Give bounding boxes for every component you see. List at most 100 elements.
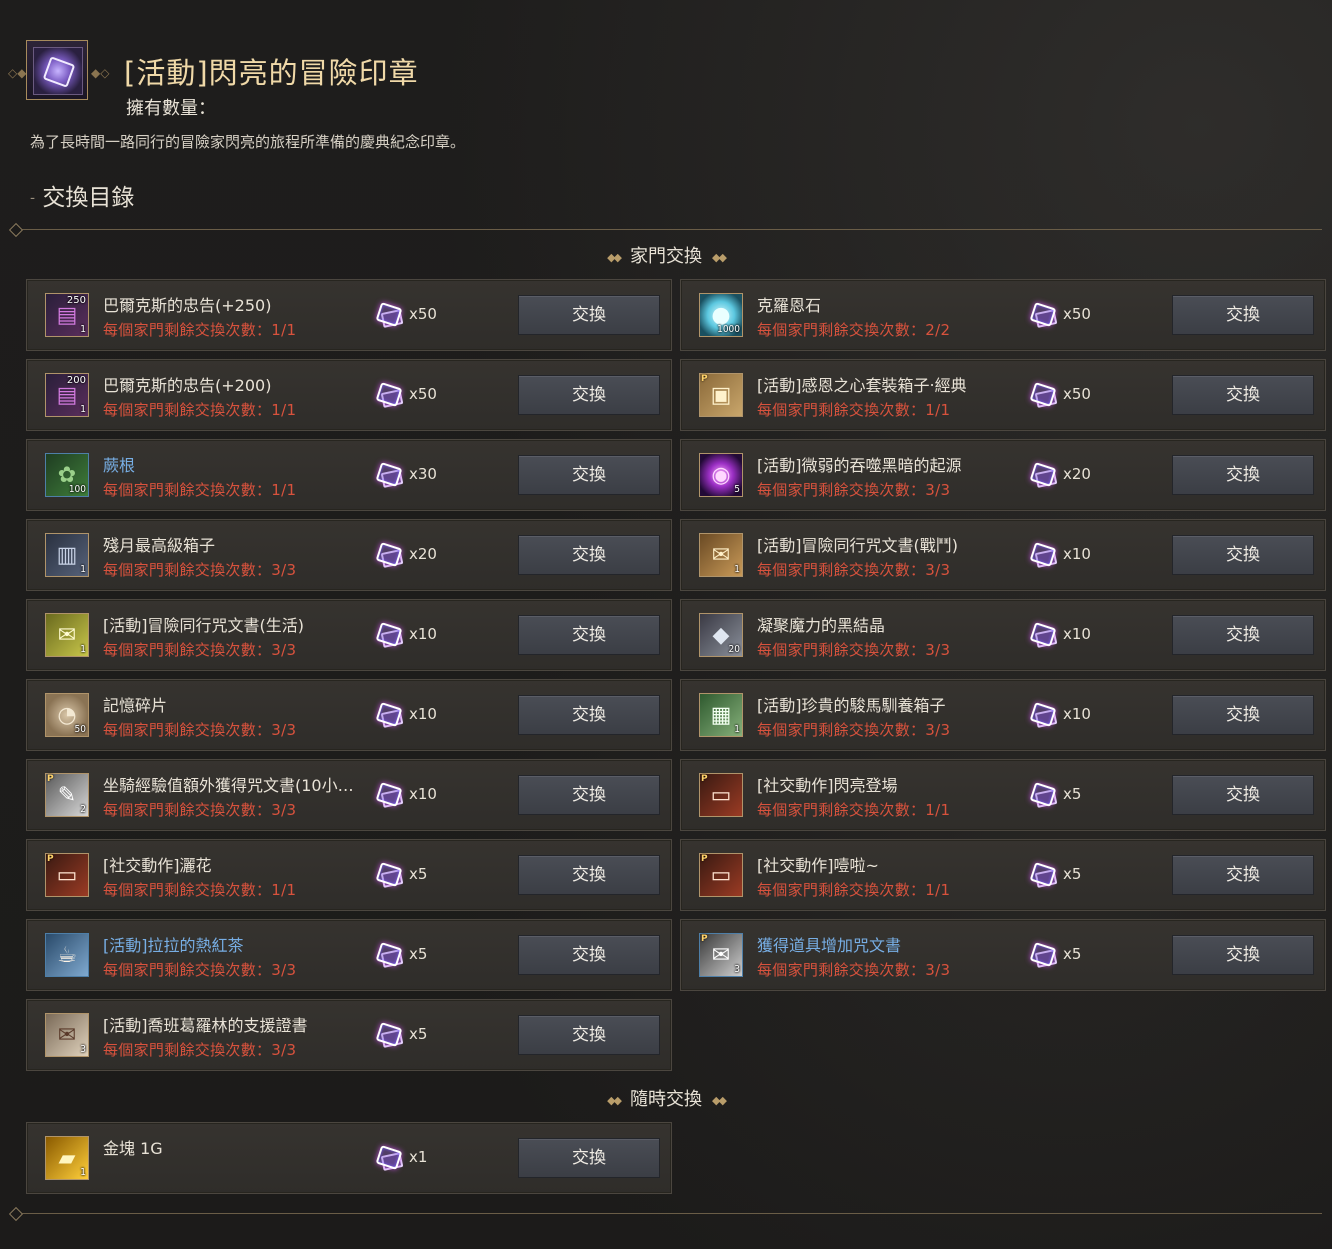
group-ornament-left-icon: ◆◆ [607, 1093, 622, 1107]
exchange-button[interactable]: 交換 [1172, 295, 1314, 335]
exchange-button[interactable]: 交換 [518, 775, 660, 815]
exchange-button[interactable]: 交換 [1172, 855, 1314, 895]
item-stack-count: 1 [80, 564, 86, 575]
exchange-cost: x10 [409, 705, 437, 723]
exchange-cost: x5 [1063, 945, 1082, 963]
exchange-row: ▥ 1 殘月最高級箱子 每個家門剩餘交換次數：3/3 x20 交換 [26, 519, 672, 591]
seal-currency-icon [1029, 462, 1058, 488]
exchange-button[interactable]: 交換 [518, 615, 660, 655]
item-name: 金塊 1G [103, 1139, 163, 1158]
exchange-limit: 每個家門剩餘交換次數：1/1 [757, 401, 951, 419]
scroll-combat-icon[interactable]: ✉ 1 [699, 533, 743, 577]
item-name: 獲得道具增加咒文書 [757, 936, 902, 955]
owned-count-label: 擁有數量： [126, 98, 216, 119]
item-name: [活動]感恩之心套裝箱子‧經典 [757, 376, 967, 395]
dark-vortex-icon[interactable]: ◉ 5 [699, 453, 743, 497]
exchange-cost: x10 [1063, 545, 1091, 563]
exchange-limit: 每個家門剩餘交換次數：3/3 [103, 561, 297, 579]
exchange-button[interactable]: 交換 [518, 695, 660, 735]
item-name: 凝聚魔力的黑結晶 [757, 616, 886, 635]
divider-ornament-icon [8, 1206, 24, 1222]
exchange-limit: 每個家門剩餘交換次數：3/3 [103, 1041, 297, 1059]
exchange-row: ✿ 100 蕨根 每個家門剩餘交換次數：1/1 x30 交換 [26, 439, 672, 511]
item-image: ☕ [46, 934, 88, 976]
adventure-seal-icon [26, 40, 88, 100]
gold-bar-icon[interactable]: ▰ 1 [45, 1136, 89, 1180]
exchange-button[interactable]: 交換 [1172, 455, 1314, 495]
seal-currency-icon [375, 622, 404, 648]
item-stack-count: 50 [74, 724, 86, 735]
certificate-icon[interactable]: ✉ 3 [45, 1013, 89, 1057]
item-enhance-label: 250 [66, 295, 86, 306]
exchange-button[interactable]: 交換 [1172, 775, 1314, 815]
exchange-cost: x5 [409, 1025, 428, 1043]
item-stack-count: 100 [68, 484, 86, 495]
exchange-button[interactable]: 交換 [518, 455, 660, 495]
exchange-cost: x50 [1063, 305, 1091, 323]
exchange-button[interactable]: 交換 [1172, 375, 1314, 415]
exchange-button[interactable]: 交換 [1172, 615, 1314, 655]
exchange-cost: x20 [409, 545, 437, 563]
exchange-limit: 每個家門剩餘交換次數：3/3 [103, 641, 297, 659]
scroll-purple-icon[interactable]: ▤ 250 1 [45, 293, 89, 337]
pearl-tag: P [701, 854, 708, 864]
exchange-limit: 每個家門剩餘交換次數：3/3 [757, 721, 951, 739]
black-crystal-icon[interactable]: ◆ 20 [699, 613, 743, 657]
item-name: 克羅恩石 [757, 296, 822, 315]
item-scroll-icon[interactable]: ✉ P 3 [699, 933, 743, 977]
item-stack-count: 1 [734, 724, 740, 735]
exchange-limit: 每個家門剩餘交換次數：1/1 [103, 881, 297, 899]
exchange-cost: x5 [409, 865, 428, 883]
item-stack-count: 1 [80, 404, 86, 415]
group-header: ◆◆ 隨時交換 ◆◆ [0, 1085, 1332, 1111]
social-ticket-icon[interactable]: ▭ P [699, 853, 743, 897]
item-name: 坐騎經驗值額外獲得咒文書(10小… [103, 776, 354, 795]
exchange-button[interactable]: 交換 [518, 535, 660, 575]
exchange-row: ▦ 1 [活動]珍貴的駿馬馴養箱子 每個家門剩餘交換次數：3/3 x10 交換 [680, 679, 1326, 751]
exchange-limit: 每個家門剩餘交換次數：3/3 [757, 561, 951, 579]
item-stack-count: 3 [80, 1044, 86, 1055]
mount-scroll-icon[interactable]: ✎ P 2 [45, 773, 89, 817]
exchange-row: ◔ 50 記憶碎片 每個家門剩餘交換次數：3/3 x10 交換 [26, 679, 672, 751]
pearl-tag: P [701, 934, 708, 944]
pearl-tag: P [701, 774, 708, 784]
seal-currency-icon [1029, 862, 1058, 888]
memory-fragment-icon[interactable]: ◔ 50 [45, 693, 89, 737]
seal-currency-icon [375, 542, 404, 568]
scroll-purple-icon[interactable]: ▤ 200 1 [45, 373, 89, 417]
chest-icon[interactable]: ▥ 1 [45, 533, 89, 577]
exchange-button[interactable]: 交換 [518, 375, 660, 415]
social-ticket-icon[interactable]: ▭ P [699, 773, 743, 817]
seal-currency-icon [1029, 382, 1058, 408]
item-stack-count: 5 [734, 484, 740, 495]
item-description: 為了長時間一路同行的冒險家閃亮的旅程所準備的慶典紀念印章。 [30, 133, 466, 151]
exchange-row: ▭ P [社交動作]灑花 每個家門剩餘交換次數：1/1 x5 交換 [26, 839, 672, 911]
exchange-button[interactable]: 交換 [518, 855, 660, 895]
exchange-limit: 每個家門剩餘交換次數：3/3 [103, 721, 297, 739]
outfit-box-icon[interactable]: ▣ P [699, 373, 743, 417]
exchange-row: ✉ P 3 獲得道具增加咒文書 每個家門剩餘交換次數：3/3 x5 交換 [680, 919, 1326, 991]
item-stack-count: 2 [80, 804, 86, 815]
exchange-button[interactable]: 交換 [518, 295, 660, 335]
exchange-button[interactable]: 交換 [1172, 535, 1314, 575]
exchange-button[interactable]: 交換 [518, 935, 660, 975]
group-header: ◆◆ 家門交換 ◆◆ [0, 242, 1332, 268]
item-name: [活動]冒險同行咒文書(生活) [103, 616, 304, 635]
gift-box-icon[interactable]: ▦ 1 [699, 693, 743, 737]
exchange-row: ◉ 5 [活動]微弱的吞噬黑暗的起源 每個家門剩餘交換次數：3/3 x20 交換 [680, 439, 1326, 511]
tea-cup-icon[interactable]: ☕ [45, 933, 89, 977]
exchange-button[interactable]: 交換 [1172, 695, 1314, 735]
seal-currency-icon [1029, 782, 1058, 808]
crystal-orb-icon[interactable]: ● 1000 [699, 293, 743, 337]
social-ticket-icon[interactable]: ▭ P [45, 853, 89, 897]
group-ornament-left-icon: ◆◆ [607, 250, 622, 264]
exchange-button[interactable]: 交換 [1172, 935, 1314, 975]
exchange-cost: x10 [409, 785, 437, 803]
item-name: 蕨根 [103, 456, 136, 475]
exchange-button[interactable]: 交換 [518, 1015, 660, 1055]
exchange-limit: 每個家門剩餘交換次數：1/1 [103, 481, 297, 499]
item-name: [活動]喬班葛羅林的支援證書 [103, 1016, 308, 1035]
exchange-button[interactable]: 交換 [518, 1138, 660, 1178]
scroll-life-icon[interactable]: ✉ 1 [45, 613, 89, 657]
fern-icon[interactable]: ✿ 100 [45, 453, 89, 497]
